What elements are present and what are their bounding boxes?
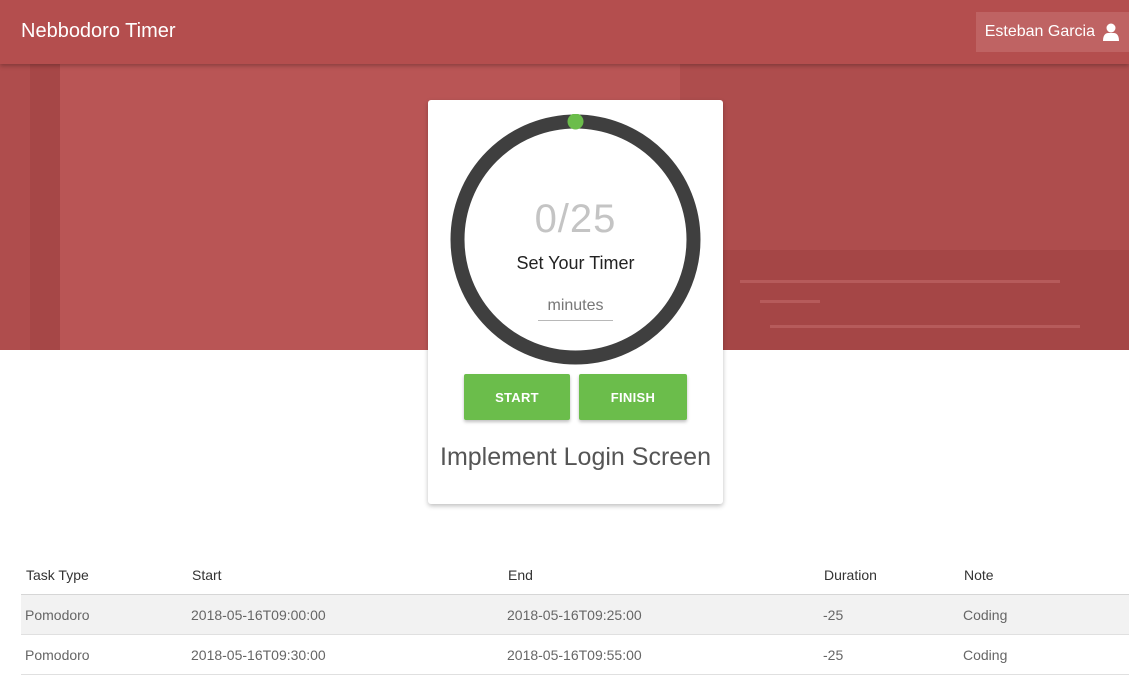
user-name: Esteban Garcia	[984, 23, 1095, 40]
start-button[interactable]: START	[464, 374, 570, 420]
cell-note: Coding	[959, 634, 1129, 675]
timer-count: 0/25	[534, 197, 617, 241]
minutes-input[interactable]	[538, 292, 613, 321]
timer-progress-knob	[567, 114, 584, 130]
history-table: Task Type Start End Duration Note Pomodo…	[21, 556, 1129, 675]
timer-card: 0/25 Set Your Timer START FINISH Impleme…	[428, 100, 723, 504]
current-task-name: Implement Login Screen	[440, 443, 711, 471]
cell-note: Coding	[959, 594, 1129, 635]
table-row[interactable]: Pomodoro 2018-05-16T09:30:00 2018-05-16T…	[21, 634, 1129, 675]
cell-duration: -25	[819, 634, 959, 675]
column-header-start[interactable]: Start	[187, 556, 503, 595]
table-row[interactable]: Pomodoro 2018-05-16T09:00:00 2018-05-16T…	[21, 594, 1129, 635]
cell-start: 2018-05-16T09:00:00	[187, 594, 503, 635]
finish-button[interactable]: FINISH	[579, 374, 687, 420]
cell-start: 2018-05-16T09:30:00	[187, 634, 503, 675]
timer-heading: Set Your Timer	[516, 253, 635, 273]
column-header-note[interactable]: Note	[959, 556, 1129, 595]
cell-task-type: Pomodoro	[21, 634, 187, 675]
cell-end: 2018-05-16T09:55:00	[503, 634, 819, 675]
cell-end: 2018-05-16T09:25:00	[503, 594, 819, 635]
user-icon	[1103, 23, 1119, 41]
app-title[interactable]: Nebbodoro Timer	[21, 20, 176, 43]
column-header-task-type[interactable]: Task Type	[21, 556, 187, 595]
table-header-row: Task Type Start End Duration Note	[21, 556, 1129, 595]
user-menu-button[interactable]: Esteban Garcia	[975, 12, 1129, 52]
column-header-duration[interactable]: Duration	[819, 556, 959, 595]
top-navbar: Nebbodoro Timer Esteban Garcia	[0, 0, 1129, 64]
cell-duration: -25	[819, 594, 959, 635]
cell-task-type: Pomodoro	[21, 594, 187, 635]
column-header-end[interactable]: End	[503, 556, 819, 595]
